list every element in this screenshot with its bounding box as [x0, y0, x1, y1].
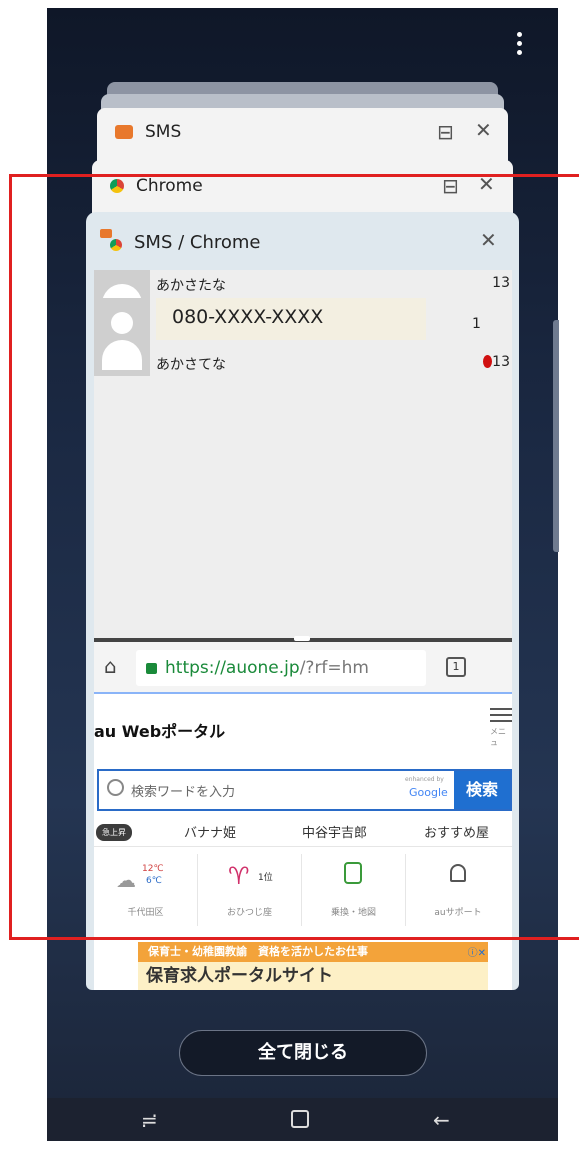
temp-low: 6℃ — [146, 876, 162, 886]
card-title: SMS / Chrome — [134, 231, 261, 253]
chrome-pane: ⌂ https://auone.jp/?rf=hm 1 au Webポータル メ… — [94, 642, 512, 990]
chrome-app-icon — [110, 179, 124, 193]
recent-card-chrome[interactable]: Chrome ⊟ ✕ — [92, 160, 513, 220]
tile-label: auサポート — [434, 908, 482, 918]
trending-badge: 急上昇 — [96, 824, 132, 841]
chrome-toolbar: ⌂ https://auone.jp/?rf=hm 1 — [94, 642, 512, 694]
tab-count-button[interactable]: 1 — [446, 657, 466, 677]
url-secure-part: https://auone.jp — [165, 658, 300, 678]
sms-chrome-pair-icon — [100, 229, 126, 255]
url-bar[interactable]: https://auone.jp/?rf=hm — [136, 650, 426, 686]
sms-app-icon — [115, 125, 133, 139]
ad-tagline: 保育士・幼稚園教諭 資格を活かしたお仕事 — [148, 945, 368, 958]
home-button-icon[interactable] — [291, 1110, 309, 1128]
recent-card-sms[interactable]: SMS ⊟ ✕ — [97, 108, 508, 168]
site-title[interactable]: au Webポータル — [94, 718, 225, 742]
avatar — [94, 298, 150, 376]
edge-panel-handle[interactable] — [553, 320, 559, 552]
trending-item[interactable]: おすすめ屋 — [424, 822, 489, 841]
phone-number: 080-XXXX-XXXX — [172, 306, 324, 328]
navigation-bar: ≓ ← — [47, 1098, 558, 1141]
search-icon — [107, 779, 124, 796]
ad-title: 保育求人ポータルサイト — [146, 966, 333, 986]
back-icon[interactable]: ← — [433, 1108, 450, 1132]
contact-name: あかさたな — [156, 278, 226, 294]
weather-tile[interactable]: ☁ 12℃ 6℃ 千代田区 — [94, 854, 198, 926]
contact-name: あかさてな — [156, 357, 226, 373]
close-icon[interactable]: ✕ — [478, 172, 495, 196]
card-title: SMS — [145, 122, 182, 142]
sms-pane: あかさたな 13 080-XXXX-XXXX 1 あかさてな 13 — [94, 270, 512, 638]
list-item[interactable]: あかさたな 13 — [94, 270, 512, 298]
enhanced-by-label: enhanced by — [405, 776, 444, 783]
search-box[interactable]: 検索ワードを入力 enhanced by Google 検索 — [97, 769, 512, 811]
headset-icon — [450, 864, 466, 882]
aries-icon: ♈ — [228, 862, 250, 890]
train-icon — [344, 862, 362, 884]
tile-label: 千代田区 — [127, 908, 164, 918]
split-screen-card[interactable]: SMS / Chrome ✕ あかさたな 13 080-XXXX-XXXX 1 … — [86, 212, 519, 990]
card-title: Chrome — [136, 176, 203, 196]
google-logo: Google — [409, 786, 448, 799]
tile-label: おひつじ座 — [226, 908, 272, 918]
close-all-button[interactable]: 全て閉じる — [179, 1030, 427, 1076]
close-icon[interactable]: ✕ — [475, 118, 492, 142]
transit-tile[interactable]: 乗換・地図 — [302, 854, 406, 926]
horoscope-tile[interactable]: ♈ 1位 おひつじ座 — [198, 854, 302, 926]
rank: 1位 — [258, 873, 273, 883]
more-vertical-icon[interactable] — [514, 32, 524, 62]
ad-banner[interactable]: 保育士・幼稚園教諭 資格を活かしたお仕事 保育求人ポータルサイト ⓘ✕ — [138, 942, 488, 990]
lock-icon — [146, 662, 157, 674]
ad-info-close-icon[interactable]: ⓘ✕ — [468, 944, 486, 959]
url-path: /?rf=hm — [299, 658, 369, 678]
recents-screen: SMS ⊟ ✕ Chrome ⊟ ✕ SMS / Chrome ✕ あかさたな … — [47, 8, 558, 1141]
support-tile[interactable]: auサポート — [406, 854, 510, 926]
tile-label: 乗換・地図 — [330, 908, 376, 918]
hamburger-menu-icon[interactable]: メニュ — [490, 704, 512, 748]
unread-badge: 13 — [483, 354, 510, 370]
search-input[interactable]: 検索ワードを入力 — [131, 781, 235, 800]
alert-icon — [483, 355, 493, 368]
trending-item[interactable]: 中谷宇吉郎 — [302, 822, 367, 841]
recents-icon[interactable]: ≓ — [141, 1108, 158, 1132]
menu-label: メニュ — [490, 727, 506, 747]
search-button[interactable]: 検索 — [454, 771, 510, 809]
cloud-sun-icon: ☁ — [116, 868, 136, 892]
list-item[interactable]: 080-XXXX-XXXX 1 あかさてな 13 — [94, 298, 512, 376]
temp-high: 12℃ — [142, 864, 164, 874]
trending-item[interactable]: バナナ姫 — [184, 822, 236, 841]
message-count: 1 — [472, 316, 481, 332]
close-icon[interactable]: ✕ — [480, 228, 497, 252]
split-view-icon[interactable]: ⊟ — [442, 174, 459, 198]
message-count: 13 — [492, 275, 510, 291]
home-icon[interactable]: ⌂ — [104, 654, 117, 678]
split-view-icon[interactable]: ⊟ — [437, 120, 454, 144]
message-count: 13 — [492, 354, 510, 370]
avatar — [94, 270, 150, 298]
